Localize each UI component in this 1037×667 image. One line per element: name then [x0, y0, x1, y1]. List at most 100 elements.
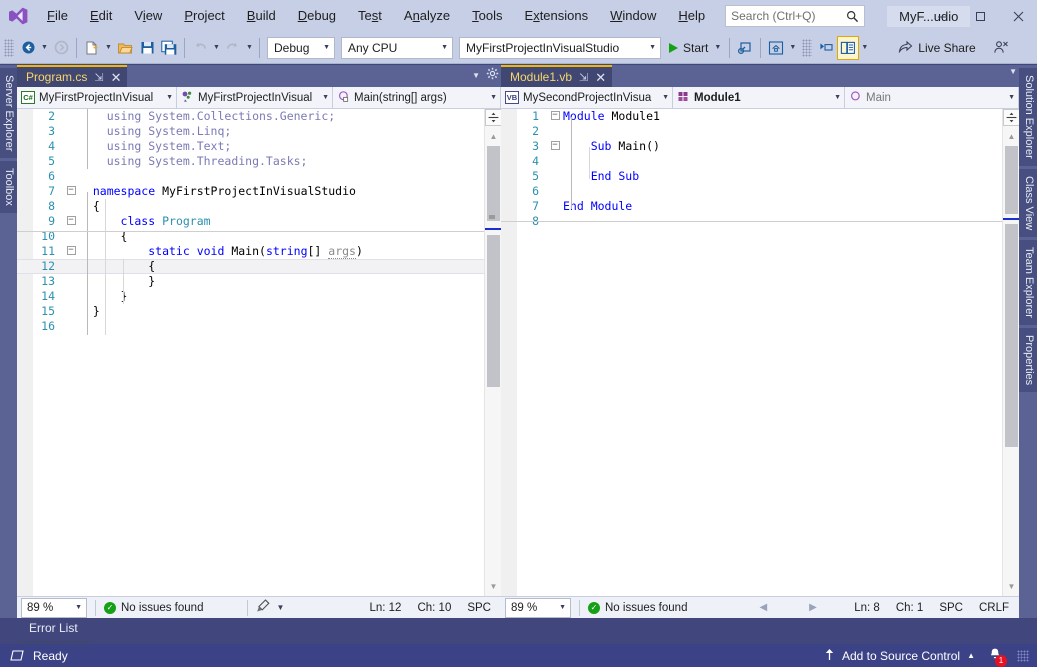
navbar-type-dropdown[interactable]: MyFirstProjectInVisual ▼ [177, 87, 333, 108]
tab-program-cs[interactable]: Program.cs ⇲ ✕ [17, 65, 128, 87]
navbar-project-dropdown[interactable]: VB MySecondProjectInVisua ▼ [501, 87, 673, 108]
code-line[interactable]: 12 { [17, 259, 501, 274]
undo-icon[interactable] [189, 36, 211, 60]
home-dropdown[interactable]: ▼ [787, 36, 798, 60]
code-editor-vb[interactable]: 1− Module Module1 2 3− Sub Main() 4 5 End Sub… [501, 109, 1019, 596]
menu-view[interactable]: View [123, 0, 173, 32]
code-line[interactable]: 2 using System.Collections.Generic; [17, 109, 501, 124]
undo-dropdown[interactable]: ▼ [211, 36, 222, 60]
navbar-member-dropdown[interactable]: Main(string[] args) ▼ [333, 87, 501, 108]
chevron-down-icon[interactable]: ▼ [714, 44, 721, 51]
code-line[interactable]: 5 using System.Threading.Tasks; [17, 154, 501, 169]
navigate-back-icon[interactable] [17, 36, 39, 60]
collapse-minus-icon[interactable]: − [63, 244, 79, 259]
attach-to-process-icon[interactable] [734, 36, 756, 60]
menu-project[interactable]: Project [173, 0, 235, 32]
menu-extensions[interactable]: Extensions [514, 0, 600, 32]
code-editor-csharp[interactable]: 2 using System.Collections.Generic; 3 usi… [17, 109, 501, 596]
toolbar-grip[interactable] [4, 38, 14, 57]
pin-icon[interactable]: ⇲ [579, 71, 588, 84]
split-view-button[interactable] [1003, 109, 1019, 126]
new-project-dropdown[interactable]: ▼ [103, 36, 114, 60]
navbar-type-dropdown[interactable]: Module1 ▼ [673, 87, 845, 108]
previous-issue-icon[interactable]: ◀ [759, 602, 767, 613]
scroll-up-arrow[interactable]: ▲ [485, 128, 501, 145]
scroll-down-arrow[interactable]: ▼ [485, 578, 501, 595]
collapse-minus-icon[interactable]: − [63, 184, 79, 199]
editor-vertical-scrollbar[interactable]: ▲ ▼ [1002, 109, 1019, 596]
code-line[interactable]: 4 [501, 154, 1019, 169]
live-share-button[interactable]: Live Share [892, 36, 981, 60]
code-line[interactable]: 8 { [17, 199, 501, 214]
gear-icon[interactable] [486, 67, 499, 83]
code-line[interactable]: 7− namespace MyFirstProjectInVisualStudi… [17, 184, 501, 199]
tab-error-list[interactable]: Error List [17, 618, 90, 644]
scrollbar-thumb[interactable] [487, 146, 500, 221]
scrollbar-thumb-lower[interactable] [1005, 224, 1018, 447]
menu-file[interactable]: File [36, 0, 79, 32]
redo-dropdown[interactable]: ▼ [244, 36, 255, 60]
scroll-up-arrow[interactable]: ▲ [1003, 128, 1019, 145]
properties-window-icon[interactable] [837, 35, 860, 60]
notifications-button[interactable]: 1 [984, 647, 1007, 667]
sidebar-item-team-explorer[interactable]: Team Explorer [1019, 240, 1037, 325]
menu-test[interactable]: Test [347, 0, 393, 32]
menu-edit[interactable]: Edit [79, 0, 123, 32]
solution-configuration-select[interactable]: Debug ▼ [267, 36, 335, 59]
pin-icon[interactable]: ⇲ [94, 71, 103, 84]
code-line[interactable]: 6 [501, 184, 1019, 199]
split-view-button[interactable] [485, 109, 501, 126]
toolbar-grip-2[interactable] [802, 38, 813, 57]
chevron-down-icon[interactable]: ▼ [472, 71, 480, 80]
tab-module1-vb[interactable]: Module1.vb ⇲ ✕ [501, 65, 613, 87]
close-icon[interactable]: ✕ [111, 71, 122, 84]
maximize-button[interactable] [961, 0, 999, 32]
scrollbar-thumb-lower[interactable] [487, 235, 500, 387]
code-line[interactable]: 9− class Program [17, 214, 501, 229]
tool-window-icon[interactable] [815, 36, 837, 60]
save-icon[interactable] [136, 36, 158, 60]
send-feedback-icon[interactable] [990, 36, 1012, 60]
next-issue-icon[interactable]: ▶ [809, 602, 817, 613]
scroll-down-arrow[interactable]: ▼ [1003, 578, 1019, 595]
new-project-icon[interactable] [81, 36, 103, 60]
sidebar-item-properties[interactable]: Properties [1019, 327, 1037, 393]
editor-vertical-scrollbar[interactable]: ▲ ▼ [484, 109, 501, 596]
sidebar-item-solution-explorer[interactable]: Solution Explorer [1019, 68, 1037, 166]
code-line[interactable]: 13 } [17, 274, 501, 289]
menu-window[interactable]: Window [599, 0, 667, 32]
redo-icon[interactable] [222, 36, 244, 60]
home-icon[interactable] [765, 36, 787, 60]
scrollbar-thumb[interactable] [1005, 146, 1018, 214]
code-line[interactable]: 3 using System.Linq; [17, 124, 501, 139]
collapse-minus-icon[interactable]: − [63, 214, 79, 229]
add-to-source-control-button[interactable]: Add to Source Control ▲ [824, 648, 975, 664]
collapse-minus-icon[interactable]: − [547, 109, 563, 124]
startup-project-select[interactable]: MyFirstProjectInVisualStudio ▼ [459, 36, 661, 59]
sidebar-item-server-explorer[interactable]: Server Explorer [0, 68, 17, 159]
minimize-button[interactable] [923, 0, 961, 32]
menu-help[interactable]: Help [667, 0, 716, 32]
code-line[interactable]: 2 [501, 124, 1019, 139]
code-cleanup-dropdown[interactable]: ▼ [276, 603, 284, 612]
navigate-forward-icon[interactable] [50, 36, 72, 60]
zoom-level-select[interactable]: 89 % ▼ [21, 597, 87, 618]
chevron-down-icon[interactable]: ▼ [1009, 67, 1017, 76]
code-line[interactable]: 16 [17, 319, 501, 334]
navbar-project-dropdown[interactable]: C# MyFirstProjectInVisual ▼ [17, 87, 177, 108]
close-button[interactable] [999, 0, 1037, 32]
code-line[interactable]: 1− Module Module1 [501, 109, 1019, 124]
code-line[interactable]: 5 End Sub [501, 169, 1019, 184]
issues-status-label[interactable]: No issues found [121, 602, 203, 614]
save-all-icon[interactable] [158, 36, 180, 60]
menu-debug[interactable]: Debug [287, 0, 347, 32]
code-line[interactable]: 11− static void Main(string[] args) [17, 244, 501, 259]
code-cleanup-icon[interactable] [256, 599, 271, 616]
code-line[interactable]: 6 [17, 169, 501, 184]
navigate-back-dropdown[interactable]: ▼ [39, 36, 50, 60]
code-line[interactable]: 3− Sub Main() [501, 139, 1019, 154]
sidebar-item-toolbox[interactable]: Toolbox [0, 161, 17, 214]
close-icon[interactable]: ✕ [595, 71, 606, 84]
collapse-minus-icon[interactable]: − [547, 139, 563, 154]
sidebar-item-class-view[interactable]: Class View [1019, 168, 1037, 237]
